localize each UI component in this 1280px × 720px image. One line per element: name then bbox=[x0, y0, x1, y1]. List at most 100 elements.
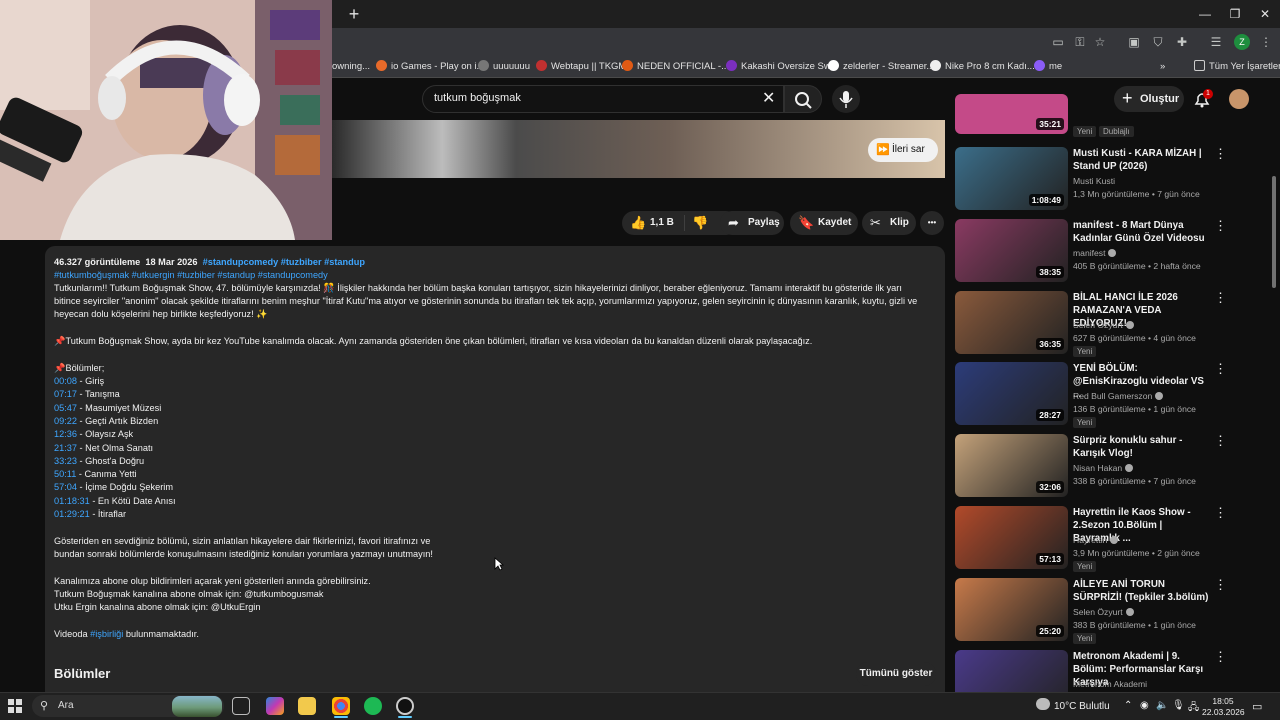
related-video-item[interactable]: 1:08:49 Musti Kusti - KARA MİZAH | Stand … bbox=[955, 147, 1227, 213]
copilot-icon[interactable] bbox=[266, 697, 284, 715]
channel-name-row[interactable]: Selen Özyurt bbox=[1073, 607, 1134, 617]
bookmark-item[interactable]: Kakashi Oversize Sw... bbox=[726, 60, 838, 74]
channel-name-row[interactable]: Metronom Akademi bbox=[1073, 679, 1147, 689]
scrollbar[interactable] bbox=[1272, 176, 1276, 288]
video-title[interactable]: Sürpriz konuklu sahur - Karışık Vlog! bbox=[1073, 434, 1211, 460]
voice-search-button[interactable] bbox=[832, 85, 860, 113]
extension-icon[interactable]: ▣ bbox=[1126, 34, 1142, 50]
thumbs-up-icon[interactable]: 👍 bbox=[630, 211, 646, 235]
microphone-tray-icon[interactable]: 🎙 bbox=[1172, 700, 1185, 711]
weather-widget[interactable]: 10°C Bulutlu bbox=[1054, 701, 1110, 712]
puzzle-icon[interactable]: ✚ bbox=[1174, 34, 1190, 50]
hashtag-link[interactable]: #işbirliği bbox=[90, 629, 123, 639]
chapter-timestamp[interactable]: 05:47 bbox=[54, 403, 77, 413]
video-thumbnail[interactable]: 35:21 bbox=[955, 94, 1068, 134]
related-video-item[interactable]: 57:13 Hayrettin ile Kaos Show - 2.Sezon 1… bbox=[955, 506, 1227, 572]
show-all-button[interactable]: Tümünü göster bbox=[856, 662, 936, 686]
channel-name-row[interactable]: manifest bbox=[1073, 248, 1117, 258]
video-thumbnail[interactable]: 28:27 bbox=[955, 362, 1068, 426]
record-icon[interactable]: ◉ bbox=[1140, 700, 1149, 711]
video-thumbnail[interactable]: 57:13 bbox=[955, 506, 1068, 569]
video-menu-icon[interactable]: ⋮ bbox=[1214, 506, 1227, 520]
video-menu-icon[interactable]: ⋮ bbox=[1214, 147, 1227, 161]
shield-icon[interactable]: ⛉ bbox=[1150, 34, 1166, 50]
chapter-timestamp[interactable]: 00:08 bbox=[54, 376, 77, 386]
chapter-timestamp[interactable]: 01:18:31 bbox=[54, 496, 90, 506]
chapter-timestamp[interactable]: 12:36 bbox=[54, 429, 77, 439]
video-title[interactable]: manifest - 8 Mart Dünya Kadınlar Günü Öz… bbox=[1073, 219, 1211, 245]
chapter-timestamp[interactable]: 21:37 bbox=[54, 443, 77, 453]
clear-search-icon[interactable]: ✕ bbox=[762, 90, 775, 108]
all-bookmarks-folder[interactable]: Tüm Yer İşaretleri bbox=[1194, 60, 1280, 74]
channel-name-row[interactable]: Red Bull Gamerszon bbox=[1073, 391, 1164, 401]
search-button[interactable] bbox=[784, 85, 822, 113]
chapter-timestamp[interactable]: 57:04 bbox=[54, 482, 77, 492]
video-menu-icon[interactable]: ⋮ bbox=[1214, 362, 1227, 376]
chrome-icon[interactable] bbox=[332, 697, 350, 715]
bookmark-item[interactable]: Webtapu || TKGM bbox=[536, 60, 626, 74]
video-title[interactable]: AİLEYE ANİ TORUN SÜRPRİZİ! (Tepkiler 3.b… bbox=[1073, 578, 1211, 604]
tab-search-icon[interactable]: ☰ bbox=[1208, 34, 1224, 50]
video-menu-icon[interactable]: ⋮ bbox=[1214, 434, 1227, 448]
video-menu-icon[interactable]: ⋮ bbox=[1214, 649, 1227, 664]
related-video-item[interactable]: 28:27 YENİ BÖLÜM: @EnisKirazoglu videolar… bbox=[955, 362, 1227, 429]
video-thumbnail[interactable]: 38:35 bbox=[955, 218, 1068, 282]
video-player[interactable] bbox=[332, 120, 945, 178]
video-thumbnail[interactable]: 25:20 bbox=[955, 577, 1068, 641]
video-title[interactable]: Musti Kusti - KARA MİZAH | Stand UP (202… bbox=[1073, 147, 1211, 173]
close-window-icon[interactable]: ✕ bbox=[1256, 6, 1274, 22]
video-thumbnail[interactable]: 32:06 bbox=[955, 434, 1068, 498]
channel-name-row[interactable]: Hayrettin bbox=[1073, 535, 1119, 545]
clip-button[interactable]: ✂ Klip bbox=[862, 211, 916, 235]
chapter-timestamp[interactable]: 07:17 bbox=[54, 389, 77, 399]
chevron-up-icon[interactable]: ⌃ bbox=[1124, 700, 1132, 711]
task-view-icon[interactable] bbox=[232, 697, 250, 715]
video-menu-icon[interactable]: ⋮ bbox=[1214, 218, 1227, 233]
related-video-partial[interactable]: 35:21 Yeni Dublajlı bbox=[955, 94, 1225, 138]
chapter-timestamp[interactable]: 09:22 bbox=[54, 416, 77, 426]
channel-name-row[interactable]: Nisan Hakan bbox=[1073, 463, 1134, 473]
notification-center-icon[interactable]: ▭ bbox=[1252, 700, 1262, 713]
hashtags-line[interactable]: #tutkumboğuşmak #utkuergin #tuzbiber #st… bbox=[54, 269, 328, 281]
chapter-timestamp[interactable]: 50:11 bbox=[54, 469, 76, 479]
chevron-right-icon[interactable]: » bbox=[1160, 60, 1165, 74]
clock[interactable]: 18:05 22.03.2026 bbox=[1202, 696, 1245, 718]
related-video-item[interactable]: 36:35 BİLAL HANCI İLE 2026 RAMAZAN'A VEDA… bbox=[955, 290, 1227, 357]
bookmark-item[interactable]: uuuuuuu bbox=[478, 60, 530, 74]
network-icon[interactable]: 🖧 bbox=[1188, 700, 1199, 717]
bookmark-item[interactable]: zelderler - Streamer... bbox=[828, 60, 934, 74]
more-actions-button[interactable]: ••• bbox=[920, 211, 944, 235]
related-video-item[interactable]: 25:20 AİLEYE ANİ TORUN SÜRPRİZİ! (Tepkile… bbox=[955, 577, 1227, 644]
bookmark-item[interactable]: me bbox=[1034, 60, 1062, 74]
chapter-timestamp[interactable]: 33:23 bbox=[54, 456, 77, 466]
bookmark-item[interactable]: owning... bbox=[332, 60, 370, 74]
spotify-icon[interactable] bbox=[364, 697, 382, 715]
related-video-item[interactable]: 32:06 Sürpriz konuklu sahur - Karışık Vlo… bbox=[955, 434, 1227, 500]
minimize-icon[interactable]: — bbox=[1196, 6, 1214, 22]
bookmark-item[interactable]: Nike Pro 8 cm Kadı... bbox=[930, 60, 1035, 74]
share-button[interactable]: ➦ Paylaş bbox=[720, 211, 784, 235]
password-key-icon[interactable]: ⚿ bbox=[1072, 34, 1088, 50]
file-explorer-icon[interactable] bbox=[298, 697, 316, 715]
bookmark-item[interactable]: NEDEN OFFICIAL -... bbox=[622, 60, 729, 74]
cast-icon[interactable]: ▭ bbox=[1050, 34, 1066, 50]
restore-icon[interactable]: ❐ bbox=[1226, 6, 1244, 22]
bookmark-star-icon[interactable]: ☆ bbox=[1092, 34, 1108, 50]
video-thumbnail[interactable]: 1:08:49 bbox=[955, 147, 1068, 210]
windows-start-icon[interactable] bbox=[8, 699, 22, 713]
kebab-menu-icon[interactable]: ⋮ bbox=[1258, 34, 1274, 50]
video-thumbnail[interactable]: 36:35 bbox=[955, 290, 1068, 354]
account-avatar[interactable] bbox=[1229, 89, 1249, 109]
related-video-item[interactable]: 38:35 manifest - 8 Mart Dünya Kadınlar Gü… bbox=[955, 218, 1227, 285]
profile-avatar[interactable]: Z bbox=[1234, 34, 1250, 50]
video-menu-icon[interactable]: ⋮ bbox=[1214, 577, 1227, 592]
like-count[interactable]: 1,1 B bbox=[650, 217, 674, 228]
save-button[interactable]: 🔖 Kaydet bbox=[790, 211, 858, 235]
bookmark-item[interactable]: io Games - Play on i... bbox=[376, 60, 484, 74]
channel-name-row[interactable]: Selen Özyurt bbox=[1073, 320, 1134, 330]
speaker-icon[interactable]: 🔈 bbox=[1156, 700, 1168, 711]
video-menu-icon[interactable]: ⋮ bbox=[1214, 290, 1227, 305]
obs-icon[interactable] bbox=[396, 697, 414, 715]
hashtags[interactable]: #standupcomedy #tuzbiber #standup bbox=[203, 257, 365, 267]
new-tab-button[interactable]: + bbox=[344, 4, 364, 24]
